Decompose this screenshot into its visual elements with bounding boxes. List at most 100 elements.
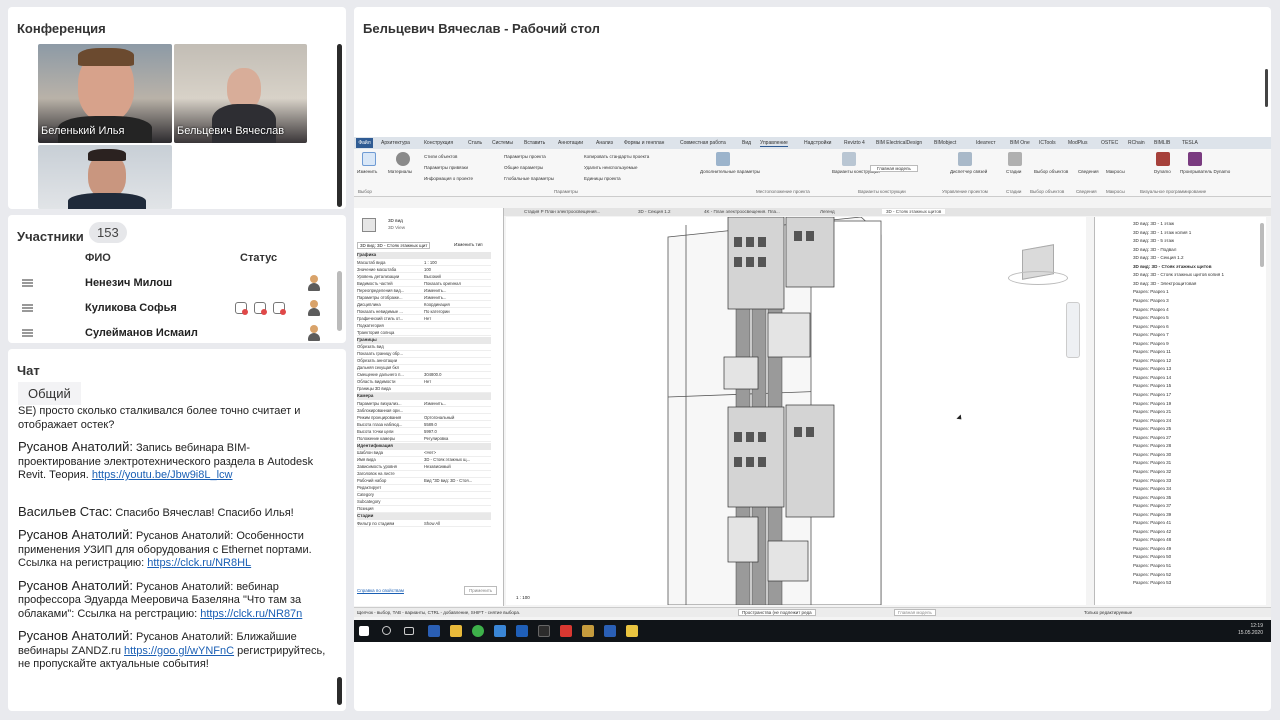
property-row[interactable]: Дисциплина Координация (357, 302, 491, 309)
design-options-icon[interactable] (842, 152, 856, 166)
menu-item[interactable]: BIM One (1010, 140, 1030, 146)
property-value[interactable]: Независимый (424, 464, 451, 469)
video-tile[interactable] (38, 145, 172, 209)
property-row[interactable]: Смещение дальнего п... 304800.0 (357, 372, 491, 379)
menu-item[interactable]: Анализ (596, 140, 613, 146)
browser-view-item[interactable]: Разрез: Разрез 42 (1133, 529, 1171, 534)
browser-view-item[interactable]: Разрез: Разрез 14 (1133, 375, 1171, 380)
app-icon[interactable] (582, 625, 594, 637)
main-model-dropdown[interactable]: Главная модель (870, 165, 918, 172)
property-row[interactable]: Фильтр по стадиям Show All (357, 521, 491, 528)
browser-view-item[interactable]: Разрез: Разрез 30 (1133, 452, 1171, 457)
browser-view-item[interactable]: Разрез: Разрез 7 (1133, 332, 1169, 337)
browser-view-item[interactable]: 3D вид: 3D - 1 этаж (1133, 221, 1174, 226)
browser-view-item[interactable]: Разрез: Разрез 50 (1133, 554, 1171, 559)
property-row[interactable]: Category (357, 492, 491, 499)
app-icon[interactable] (538, 625, 550, 637)
menu-item[interactable]: TESLA (1182, 140, 1198, 146)
drag-handle-icon[interactable] (22, 329, 33, 337)
browser-view-item[interactable]: Разрез: Разрез 17 (1133, 392, 1171, 397)
property-value[interactable]: По категории (424, 309, 450, 314)
browser-view-item[interactable]: Разрез: Разрез 24 (1133, 418, 1171, 423)
ribbon-button[interactable]: Удалить неиспользуемые (584, 165, 638, 170)
property-row[interactable]: Параметры визуализ... Изменить... (357, 401, 491, 408)
property-value[interactable]: 304800.0 (424, 372, 441, 377)
view-scale[interactable]: 1 : 100 (516, 595, 530, 600)
video-tile[interactable]: Бельцевич Вячеслав (174, 44, 307, 143)
browser-view-item[interactable]: 3D вид: 3D - Подвал (1133, 247, 1176, 252)
menu-item[interactable]: Совместная работа (680, 140, 726, 146)
menu-item[interactable]: BIMLIB (1154, 140, 1170, 146)
browser-view-item[interactable]: Разрез: Разрез 19 (1133, 401, 1171, 406)
ribbon-button[interactable]: Стили объектов (424, 154, 457, 159)
modify-icon[interactable] (362, 152, 376, 166)
browser-view-item[interactable]: Разрез: Разрез 27 (1133, 435, 1171, 440)
edge-icon[interactable] (494, 625, 506, 637)
properties-section-header[interactable]: Границы (357, 336, 491, 344)
menu-item[interactable]: RChain (1128, 140, 1145, 146)
browser-view-item[interactable]: Разрез: Разрез 9 (1133, 341, 1169, 346)
property-row[interactable]: Режим проецирования Ортогональный (357, 415, 491, 422)
browser-view-item[interactable]: Разрез: Разрез 13 (1133, 366, 1171, 371)
property-row[interactable]: Траектория солнца (357, 330, 491, 337)
revit-taskbar-icon[interactable] (604, 625, 616, 637)
property-row[interactable]: Видимость частей Показать оригинал (357, 281, 491, 288)
notes-icon[interactable] (626, 625, 638, 637)
property-row[interactable]: Масштаб вида 1 : 100 (357, 260, 491, 267)
menu-item[interactable]: BIMobject (934, 140, 956, 146)
menu-item[interactable]: Сталь (468, 140, 482, 146)
phases-icon[interactable] (1008, 152, 1022, 166)
participant-row[interactable]: Сулейманов Исмаил (8, 322, 338, 343)
property-row[interactable]: Область видимости Нет (357, 379, 491, 386)
message-link[interactable]: https://clck.ru/NR87n (200, 608, 302, 620)
property-row[interactable]: Позиция (357, 506, 491, 513)
property-value[interactable]: 1 : 100 (424, 260, 437, 265)
ribbon-button[interactable]: Копировать стандарты проекта (584, 154, 649, 159)
ribbon-button[interactable]: Общие параметры (504, 165, 543, 170)
properties-section-header[interactable]: Графика (357, 252, 491, 259)
drag-handle-icon[interactable] (22, 304, 33, 312)
property-row[interactable]: Уровень детализации Высокий (357, 274, 491, 281)
browser-view-item[interactable]: 3D вид: 3D - Стояк этажных щитов (1133, 264, 1212, 269)
browser-view-item[interactable]: Разрез: Разрез 33 (1133, 478, 1171, 483)
browser-view-item[interactable]: Разрез: Разрез 52 (1133, 572, 1171, 577)
browser-view-item[interactable]: Разрез: Разрез 25 (1133, 426, 1171, 431)
properties-help-link[interactable]: Справка по свойствам (357, 588, 404, 593)
model-dropdown[interactable]: Главная модель (894, 609, 936, 616)
wrench-icon[interactable] (716, 152, 730, 166)
property-row[interactable]: Редактирует (357, 485, 491, 492)
participant-row[interactable]: Куликова Софья (8, 297, 338, 321)
acrobat-icon[interactable] (560, 625, 572, 637)
menu-item[interactable]: ModPlus (1068, 140, 1087, 146)
property-value[interactable]: Вид "3D вид: 3D - Стоя... (424, 478, 472, 483)
menu-item[interactable]: Надстройки (804, 140, 831, 146)
property-value[interactable]: Показать оригинал (424, 281, 461, 286)
browser-view-item[interactable]: Разрез: Разрез 15 (1133, 383, 1171, 388)
property-value[interactable]: Нет (424, 316, 431, 321)
menu-item[interactable]: Системы (492, 140, 513, 146)
property-row[interactable]: Зависимость уровня Независимый (357, 464, 491, 471)
property-row[interactable]: Параметры отображе... Изменить... (357, 295, 491, 302)
property-row[interactable]: Положение камеры Регулировка (357, 436, 491, 443)
property-value[interactable]: Изменить... (424, 288, 446, 293)
3d-view-canvas[interactable]: 1 : 100 (506, 216, 1086, 606)
view-tab[interactable]: Легенд (820, 209, 835, 214)
desktop-scrollbar[interactable] (1265, 69, 1268, 107)
menu-item[interactable]: Вставить (524, 140, 545, 146)
property-row[interactable]: Обрезать аннотации (357, 358, 491, 365)
menu-item[interactable]: Вид (742, 140, 751, 146)
conference-scrollbar[interactable] (337, 44, 342, 207)
view-tab[interactable]: Стадия Р План электроосвещения... (524, 209, 600, 214)
browser-view-item[interactable]: Разрез: Разрез 5 (1133, 315, 1169, 320)
participant-row[interactable]: Ненезич Милош (8, 272, 338, 296)
menu-item-active[interactable]: Управление (760, 140, 788, 147)
navigation-bar[interactable] (1066, 302, 1080, 358)
menu-file[interactable]: Файл (356, 138, 373, 148)
property-row[interactable]: Дальняя секущая бкл (357, 365, 491, 372)
property-value[interactable]: Изменить... (424, 401, 446, 406)
browser-view-item[interactable]: Разрез: Разрез 35 (1133, 495, 1171, 500)
browser-view-item[interactable]: Разрез: Разрез 32 (1133, 469, 1171, 474)
materials-icon[interactable] (396, 152, 410, 166)
browser-view-item[interactable]: 3D вид: 3D - Секция 1.2 (1133, 255, 1184, 260)
view-tab[interactable]: 3D - Секция 1.2 (638, 209, 671, 214)
